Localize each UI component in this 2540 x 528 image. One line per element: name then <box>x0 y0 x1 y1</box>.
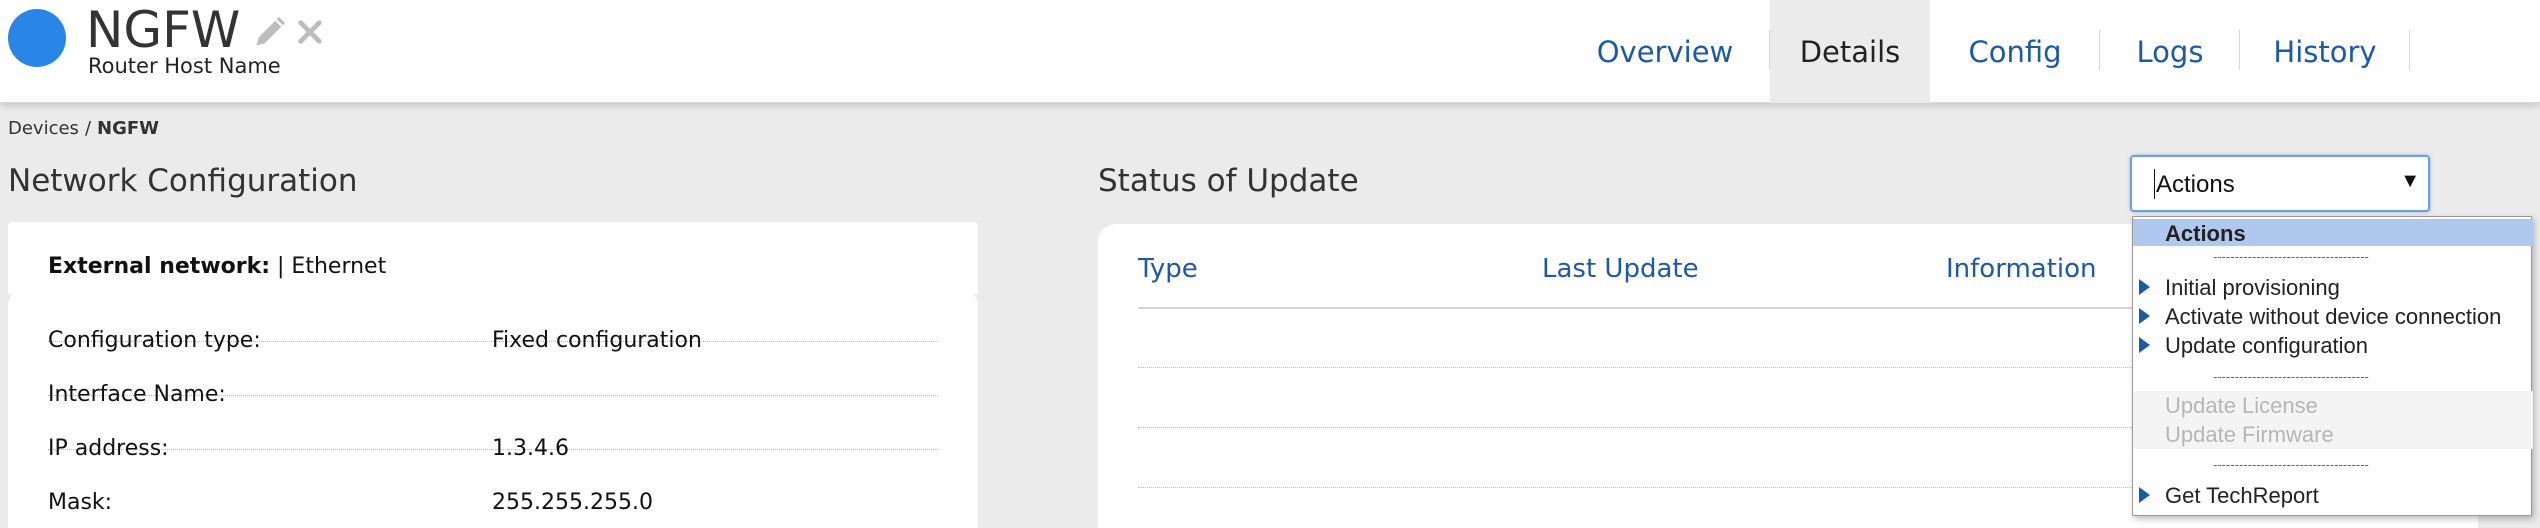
table-row <box>1138 487 2238 488</box>
dropdown-separator: ------------------------------------ <box>2213 249 2369 264</box>
dropdown-option-label: Get TechReport <box>2165 483 2319 508</box>
option-bullet-icon <box>2139 337 2150 353</box>
table-row <box>1138 367 2238 368</box>
breadcrumb-current: NGFW <box>97 118 160 139</box>
edit-pencil-icon[interactable] <box>252 14 288 50</box>
table-header-divider <box>1138 307 2238 309</box>
close-icon[interactable] <box>294 16 326 48</box>
dropdown-option-actions[interactable]: Actions <box>2133 219 2533 246</box>
external-network-value: | Ethernet <box>277 254 387 279</box>
column-header-type[interactable]: Type <box>1138 254 1198 284</box>
table-row <box>1138 427 2238 428</box>
actions-selected-value: Actions <box>2156 171 2235 198</box>
dropdown-option-update-configuration[interactable]: Update configuration <box>2133 331 2533 360</box>
breadcrumb-devices-link[interactable]: Devices <box>8 118 79 139</box>
dropdown-option-update-firmware: Update Firmware <box>2133 420 2533 449</box>
external-network-label: External network: <box>48 254 271 279</box>
tab-config[interactable]: Config <box>1930 0 2100 103</box>
tab-history[interactable]: History <box>2240 0 2410 103</box>
tab-bar: Overview Details Config Logs History <box>1560 0 2410 103</box>
dropdown-arrow-icon[interactable]: ▼ <box>2400 170 2420 193</box>
text-cursor <box>2154 169 2155 199</box>
dropdown-option-activate-without-connection[interactable]: Activate without device connection <box>2133 302 2533 331</box>
config-row-mask: Mask: 255.255.255.0 <box>48 450 938 515</box>
actions-dropdown-list: Actions --------------------------------… <box>2132 216 2533 516</box>
dropdown-option-get-techreport[interactable]: Get TechReport <box>2133 481 2533 510</box>
config-value: 255.255.255.0 <box>492 490 653 515</box>
column-header-information[interactable]: Information <box>1946 254 2097 284</box>
network-configuration-title: Network Configuration <box>8 163 358 199</box>
external-network-panel: External network: | Ethernet <box>8 222 978 294</box>
actions-select[interactable]: Actions ▼ <box>2130 155 2430 212</box>
tab-details[interactable]: Details <box>1770 0 1930 103</box>
dropdown-option-label: Update License <box>2165 393 2318 418</box>
option-bullet-icon <box>2139 279 2150 295</box>
breadcrumb: Devices / NGFW <box>8 118 159 139</box>
top-header: NGFW Router Host Name Overview Details C… <box>0 0 2540 103</box>
dropdown-option-label: Activate without device connection <box>2165 304 2502 329</box>
config-row-type: Configuration type: Fixed configuration <box>48 288 938 353</box>
status-indicator-icon <box>8 9 66 67</box>
dropdown-separator: ------------------------------------ <box>2213 457 2369 472</box>
device-title: NGFW <box>86 1 241 59</box>
config-row-ip: IP address: 1.3.4.6 <box>48 396 938 461</box>
dropdown-option-label: Initial provisioning <box>2165 275 2340 300</box>
status-of-update-title: Status of Update <box>1098 163 1359 199</box>
router-host-name: Router Host Name <box>88 54 281 78</box>
option-bullet-icon <box>2139 308 2150 324</box>
external-network-row: External network: | Ethernet <box>48 254 386 279</box>
dropdown-option-update-license: Update License <box>2133 391 2533 420</box>
dropdown-option-label: Update Firmware <box>2165 422 2334 447</box>
column-header-last-update[interactable]: Last Update <box>1542 254 1699 284</box>
dropdown-option-label: Update configuration <box>2165 333 2369 358</box>
tab-overview[interactable]: Overview <box>1560 0 1770 103</box>
tab-logs[interactable]: Logs <box>2100 0 2240 103</box>
config-key: Mask: <box>48 490 113 515</box>
option-bullet-icon <box>2139 487 2150 503</box>
network-config-panel: Configuration type: Fixed configuration … <box>8 288 978 528</box>
dropdown-option-initial-provisioning[interactable]: Initial provisioning <box>2133 273 2533 302</box>
breadcrumb-separator: / <box>84 118 92 139</box>
config-row-interface: Interface Name: <box>48 342 938 407</box>
dropdown-separator: ------------------------------------ <box>2213 369 2369 384</box>
dropdown-option-label: Actions <box>2165 221 2246 246</box>
